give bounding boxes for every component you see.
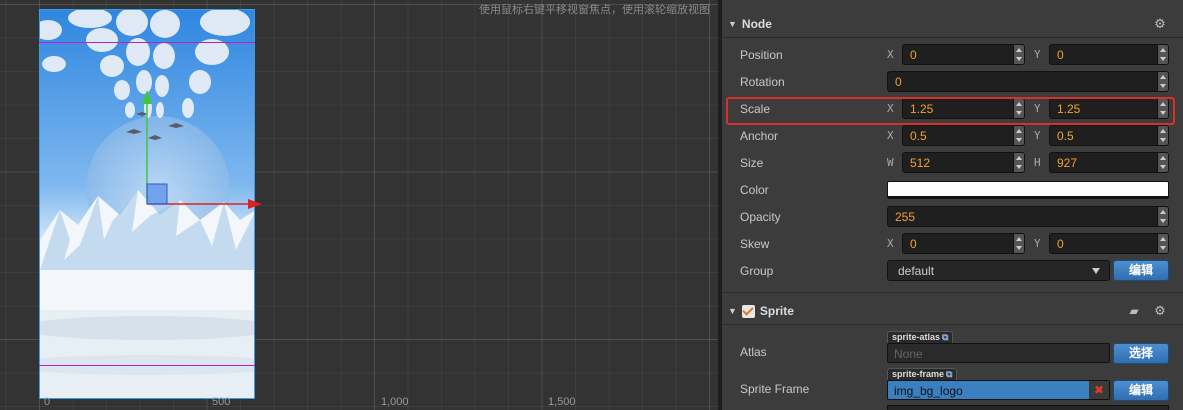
atlas-label: Atlas	[740, 345, 767, 359]
size-height-input[interactable]: 927	[1049, 152, 1169, 173]
group-edit-button[interactable]: 编辑	[1113, 260, 1169, 281]
skew-x-axis-label: X	[887, 237, 894, 250]
external-link-icon: ⧉	[942, 332, 949, 342]
stepper-icon[interactable]	[1157, 45, 1168, 64]
sprite-enabled-checkbox[interactable]	[741, 304, 755, 318]
node-section-title: Node	[741, 17, 772, 31]
anchor-x-axis-label: X	[887, 129, 894, 142]
size-width-input[interactable]: 512	[902, 152, 1025, 173]
size-h-axis-label: H	[1034, 156, 1041, 169]
node-section-header[interactable]: ▼ Node ⚙	[722, 11, 1183, 37]
sprite-frame-label: Sprite Frame	[740, 382, 810, 396]
anchor-y-axis-label: Y	[1034, 129, 1041, 142]
opacity-label: Opacity	[740, 210, 781, 224]
design-resolution-top-line	[39, 42, 255, 43]
stepper-icon[interactable]	[1013, 234, 1024, 253]
rotation-input[interactable]: 0	[887, 71, 1169, 92]
position-y-input[interactable]: 0	[1049, 44, 1169, 65]
stepper-icon[interactable]	[1157, 72, 1168, 91]
anchor-label: Anchor	[740, 129, 779, 143]
group-row: Group default 编辑	[722, 258, 1183, 285]
opacity-row: Opacity 255	[722, 204, 1183, 231]
stepper-icon[interactable]	[1157, 234, 1168, 253]
position-y-axis-label: Y	[1034, 48, 1041, 61]
size-row: Size W 512 H 927	[722, 150, 1183, 177]
group-select[interactable]: default	[887, 260, 1110, 281]
ruler-label-1000: 1,000	[381, 396, 409, 408]
atlas-choose-button[interactable]: 选择	[1113, 343, 1169, 364]
scene-hint-text: 使用鼠标右键平移视窗焦点，使用滚轮缩放视图	[479, 4, 710, 16]
color-picker-swatch[interactable]	[887, 181, 1169, 199]
size-label: Size	[740, 156, 764, 170]
collapse-triangle-icon[interactable]: ▼	[728, 306, 737, 316]
sky-mountain-image	[40, 10, 254, 398]
position-label: Position	[740, 48, 783, 62]
ruler-label-1500: 1,500	[548, 396, 576, 408]
ruler-label-500: 500	[212, 396, 231, 408]
anchor-y-input[interactable]: 0.5	[1049, 125, 1169, 146]
anchor-row: Anchor X 0.5 Y 0.5	[722, 123, 1183, 150]
chevron-down-icon	[1092, 268, 1100, 274]
scene-viewport[interactable]: 使用鼠标右键平移视窗焦点，使用滚轮缩放视图 0 500 1,000 1,500	[0, 0, 718, 410]
color-row: Color	[722, 177, 1183, 204]
sprite-frame-edit-button[interactable]: 编辑	[1113, 380, 1169, 401]
inspector-panel: ▼ Node ⚙ Position X 0 Y 0 Rotation 0 Sca…	[722, 0, 1183, 410]
skew-y-axis-label: Y	[1034, 237, 1041, 250]
rotation-row: Rotation 0	[722, 69, 1183, 96]
stepper-icon[interactable]	[1013, 153, 1024, 172]
clear-x-icon[interactable]: ✖	[1089, 381, 1109, 399]
section-divider	[722, 292, 1183, 293]
sprite-frame-asset-field[interactable]: img_bg_logo ✖	[887, 380, 1110, 400]
section-divider	[722, 324, 1183, 325]
position-row: Position X 0 Y 0	[722, 42, 1183, 69]
help-book-icon[interactable]: ▰	[1127, 304, 1141, 318]
sprite-section-header[interactable]: ▼ Sprite ▰ ⚙	[722, 298, 1183, 324]
stepper-icon[interactable]	[1157, 126, 1168, 145]
color-label: Color	[740, 183, 769, 197]
position-x-axis-label: X	[887, 48, 894, 61]
position-x-input[interactable]: 0	[902, 44, 1025, 65]
sprite-atlas-type-tag: sprite-atlas ⧉	[887, 331, 954, 343]
group-label: Group	[740, 264, 774, 278]
design-resolution-bottom-line	[39, 365, 255, 366]
stepper-icon[interactable]	[1013, 45, 1024, 64]
collapse-triangle-icon[interactable]: ▼	[728, 19, 737, 29]
background-sprite[interactable]	[39, 9, 255, 399]
skew-row: Skew X 0 Y 0	[722, 231, 1183, 258]
next-property-field[interactable]	[887, 405, 1169, 410]
section-divider	[722, 37, 1183, 38]
opacity-input[interactable]: 255	[887, 206, 1169, 227]
size-w-axis-label: W	[887, 156, 894, 169]
skew-x-input[interactable]: 0	[902, 233, 1025, 254]
gear-icon[interactable]: ⚙	[1153, 17, 1167, 31]
stepper-icon[interactable]	[1157, 153, 1168, 172]
skew-label: Skew	[740, 237, 770, 251]
gear-icon[interactable]: ⚙	[1153, 304, 1167, 318]
sprite-frame-type-tag: sprite-frame ⧉	[887, 368, 958, 380]
atlas-asset-field[interactable]: None	[887, 343, 1110, 363]
external-link-icon: ⧉	[946, 369, 953, 379]
stepper-icon[interactable]	[1013, 126, 1024, 145]
skew-y-input[interactable]: 0	[1049, 233, 1169, 254]
sprite-section-title: Sprite	[759, 304, 794, 318]
stepper-icon[interactable]	[1157, 207, 1168, 226]
scale-highlight-box	[726, 97, 1175, 125]
anchor-x-input[interactable]: 0.5	[902, 125, 1025, 146]
ruler-label-0: 0	[44, 396, 51, 408]
rotation-label: Rotation	[740, 75, 785, 89]
